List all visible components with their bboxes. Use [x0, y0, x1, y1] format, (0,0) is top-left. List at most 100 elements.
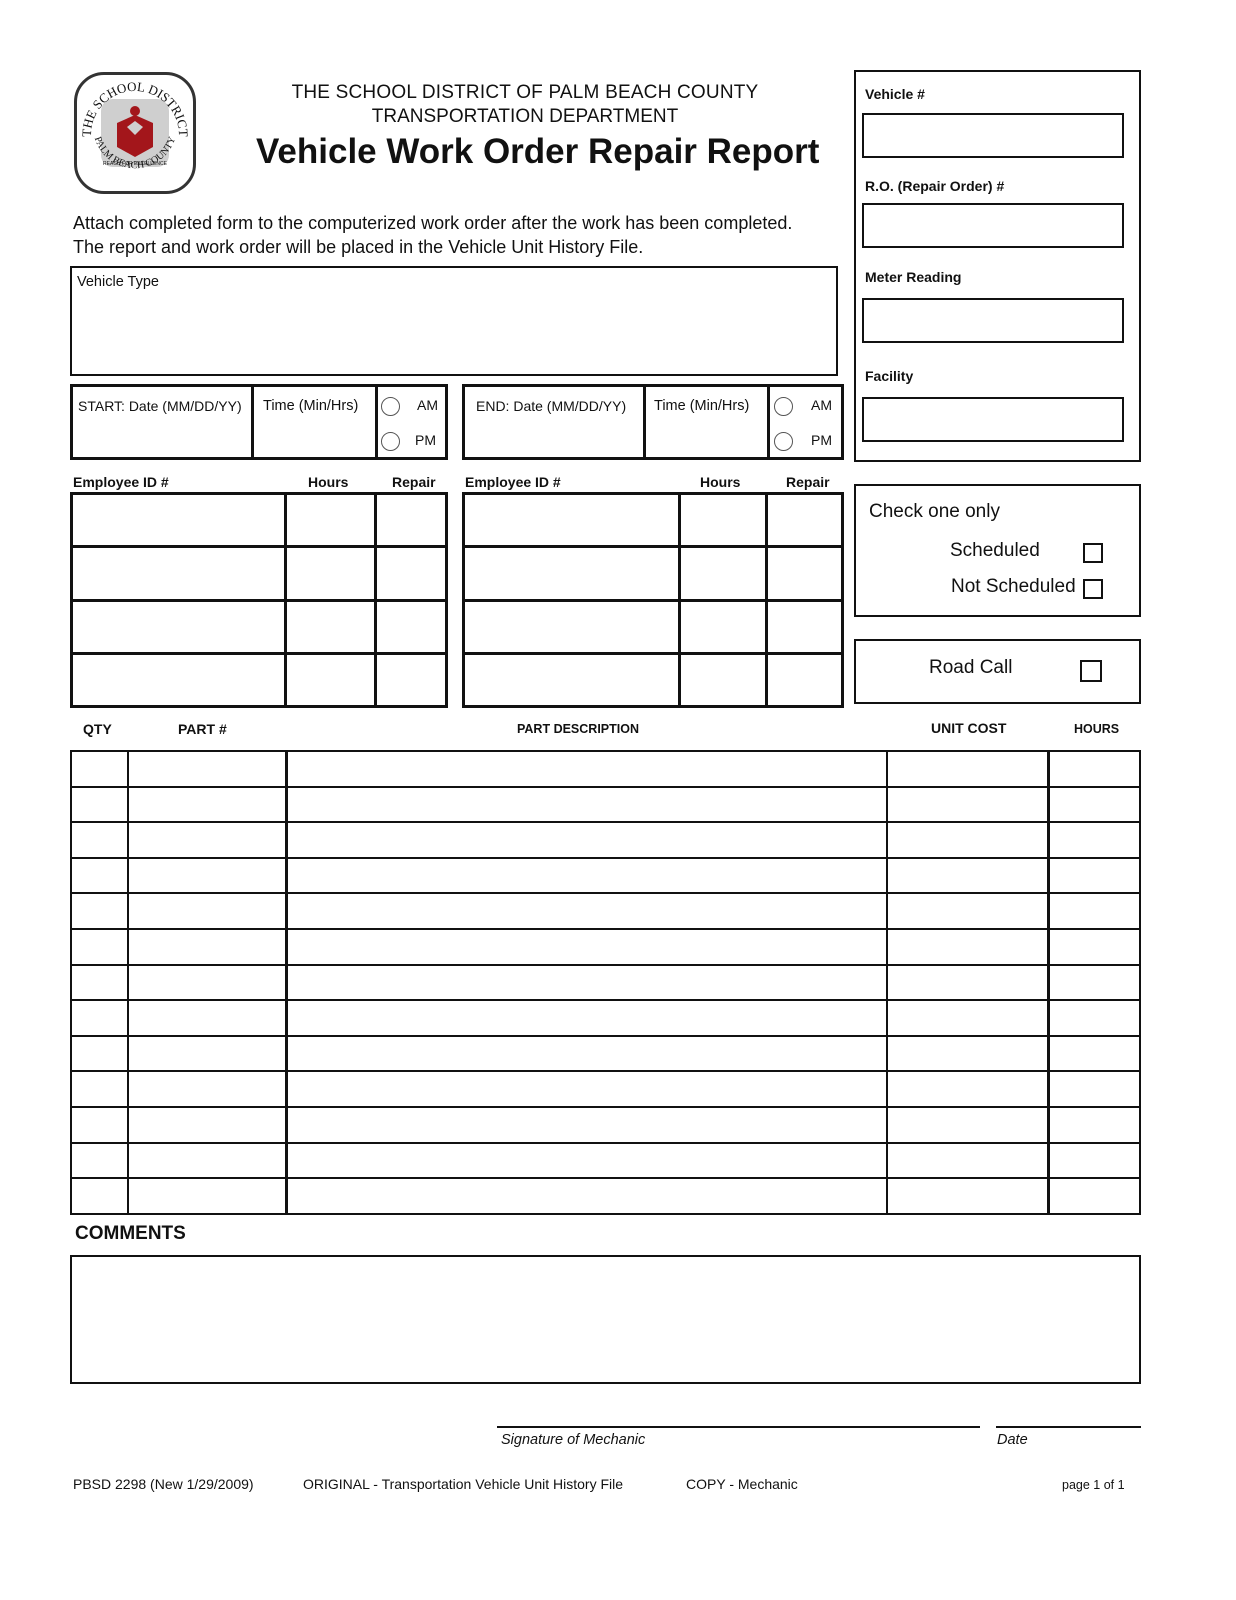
- qty-cell[interactable]: [69, 1141, 130, 1180]
- employee-id-cell[interactable]: [70, 598, 287, 655]
- repair-cell[interactable]: [765, 598, 844, 655]
- mechanic-signature-line[interactable]: [497, 1426, 980, 1428]
- unit-cost-cell[interactable]: [886, 1106, 1051, 1144]
- part-number-cell[interactable]: [127, 1141, 289, 1180]
- unit-cost-cell[interactable]: [886, 963, 1051, 1002]
- hours-cell[interactable]: [1047, 856, 1142, 895]
- end-time-field[interactable]: Time (Min/Hrs): [646, 387, 770, 457]
- qty-cell[interactable]: [69, 856, 130, 895]
- hours-cell[interactable]: [283, 598, 377, 655]
- unit-cost-cell[interactable]: [886, 1034, 1051, 1073]
- unit-cost-cell[interactable]: [886, 750, 1051, 788]
- hours-cell[interactable]: [678, 651, 769, 709]
- scheduled-checkbox[interactable]: [1083, 543, 1103, 563]
- part-number-cell[interactable]: [127, 750, 289, 788]
- qty-cell[interactable]: [69, 1106, 130, 1144]
- part-number-cell[interactable]: [127, 856, 289, 895]
- part-description-cell[interactable]: [285, 1070, 889, 1109]
- part-description-cell[interactable]: [285, 999, 889, 1037]
- start-pm-radio[interactable]: [381, 432, 400, 451]
- end-pm-radio[interactable]: [774, 432, 793, 451]
- hours-cell[interactable]: [1047, 821, 1142, 859]
- part-description-cell[interactable]: [285, 1141, 889, 1180]
- qty-cell[interactable]: [69, 821, 130, 859]
- employee-id-cell[interactable]: [70, 491, 287, 549]
- part-description-cell[interactable]: [285, 1106, 889, 1144]
- start-am-radio[interactable]: [381, 397, 400, 416]
- hours-cell[interactable]: [1047, 750, 1142, 788]
- repair-cell[interactable]: [765, 651, 844, 709]
- qty-cell[interactable]: [69, 928, 130, 966]
- hours-cell[interactable]: [1047, 1177, 1142, 1215]
- qty-cell[interactable]: [69, 1177, 130, 1215]
- employee-id-cell[interactable]: [461, 491, 682, 549]
- part-description-cell[interactable]: [285, 821, 889, 859]
- unit-cost-cell[interactable]: [886, 892, 1051, 931]
- repair-cell[interactable]: [373, 491, 449, 549]
- not-scheduled-checkbox[interactable]: [1083, 579, 1103, 599]
- repair-cell[interactable]: [373, 598, 449, 655]
- qty-cell[interactable]: [69, 892, 130, 931]
- part-number-cell[interactable]: [127, 999, 289, 1037]
- unit-cost-cell[interactable]: [886, 1070, 1051, 1109]
- meter-reading-input[interactable]: [862, 298, 1124, 343]
- start-time-field[interactable]: Time (Min/Hrs): [254, 387, 378, 457]
- part-description-cell[interactable]: [285, 1177, 889, 1215]
- unit-cost-cell[interactable]: [886, 821, 1051, 859]
- unit-cost-cell[interactable]: [886, 999, 1051, 1037]
- part-number-cell[interactable]: [127, 963, 289, 1002]
- part-description-cell[interactable]: [285, 928, 889, 966]
- end-am-radio[interactable]: [774, 397, 793, 416]
- road-call-checkbox[interactable]: [1080, 660, 1102, 682]
- hours-cell[interactable]: [1047, 1141, 1142, 1180]
- part-number-cell[interactable]: [127, 1070, 289, 1109]
- repair-cell[interactable]: [373, 545, 449, 602]
- hours-cell[interactable]: [1047, 1106, 1142, 1144]
- part-description-cell[interactable]: [285, 856, 889, 895]
- employee-id-cell[interactable]: [70, 651, 287, 709]
- qty-cell[interactable]: [69, 999, 130, 1037]
- employee-id-cell[interactable]: [70, 545, 287, 602]
- part-description-cell[interactable]: [285, 963, 889, 1002]
- vehicle-number-input[interactable]: [862, 113, 1124, 158]
- part-description-cell[interactable]: [285, 785, 889, 824]
- part-number-cell[interactable]: [127, 785, 289, 824]
- qty-cell[interactable]: [69, 1034, 130, 1073]
- hours-cell[interactable]: [1047, 785, 1142, 824]
- employee-id-cell[interactable]: [461, 598, 682, 655]
- repair-cell[interactable]: [373, 651, 449, 709]
- hours-cell[interactable]: [1047, 1070, 1142, 1109]
- part-number-cell[interactable]: [127, 1106, 289, 1144]
- hours-cell[interactable]: [1047, 999, 1142, 1037]
- part-number-cell[interactable]: [127, 1177, 289, 1215]
- qty-cell[interactable]: [69, 1070, 130, 1109]
- part-description-cell[interactable]: [285, 892, 889, 931]
- hours-cell[interactable]: [1047, 892, 1142, 931]
- part-number-cell[interactable]: [127, 928, 289, 966]
- end-date-field[interactable]: END: Date (MM/DD/YY): [465, 387, 646, 457]
- hours-cell[interactable]: [1047, 928, 1142, 966]
- hours-cell[interactable]: [1047, 1034, 1142, 1073]
- repair-cell[interactable]: [765, 491, 844, 549]
- employee-id-cell[interactable]: [461, 545, 682, 602]
- hours-cell[interactable]: [283, 651, 377, 709]
- employee-id-cell[interactable]: [461, 651, 682, 709]
- unit-cost-cell[interactable]: [886, 856, 1051, 895]
- qty-cell[interactable]: [69, 785, 130, 824]
- repair-cell[interactable]: [765, 545, 844, 602]
- vehicle-type-field[interactable]: Vehicle Type: [70, 266, 838, 376]
- hours-cell[interactable]: [678, 491, 769, 549]
- repair-order-input[interactable]: [862, 203, 1124, 248]
- part-number-cell[interactable]: [127, 821, 289, 859]
- part-number-cell[interactable]: [127, 1034, 289, 1073]
- hours-cell[interactable]: [678, 598, 769, 655]
- signature-date-line[interactable]: [996, 1426, 1141, 1428]
- hours-cell[interactable]: [678, 545, 769, 602]
- part-description-cell[interactable]: [285, 1034, 889, 1073]
- hours-cell[interactable]: [283, 491, 377, 549]
- hours-cell[interactable]: [283, 545, 377, 602]
- unit-cost-cell[interactable]: [886, 928, 1051, 966]
- qty-cell[interactable]: [69, 750, 130, 788]
- facility-input[interactable]: [862, 397, 1124, 442]
- start-date-field[interactable]: START: Date (MM/DD/YY): [73, 387, 254, 457]
